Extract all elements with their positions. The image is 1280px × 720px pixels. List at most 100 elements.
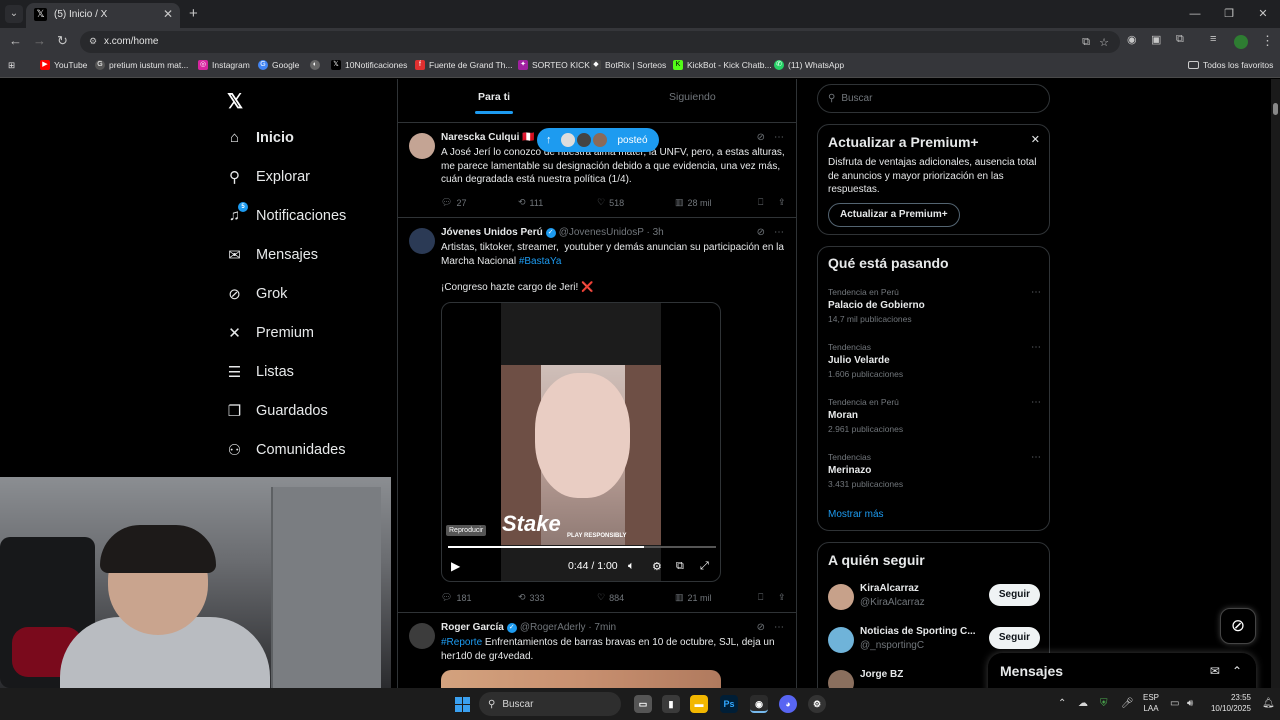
more-options-icon[interactable]: ⋯ [1031,287,1041,298]
search-input[interactable]: ⚲ Buscar [817,84,1050,113]
photoshop-icon[interactable]: Ps [720,695,738,713]
video-progress-bar[interactable] [448,546,716,548]
notifications-icon[interactable]: 🔔︎ [1262,698,1275,709]
minimize-button[interactable]: — [1178,0,1212,28]
share-icon[interactable]: ⇪ [778,197,786,208]
repost-button[interactable]: ⟲ 333 [518,592,597,603]
bookmark-botrix[interactable]: ◆ BotRix | Sorteos [591,60,666,70]
media-controls-icon[interactable]: ≡ [1210,33,1216,45]
restore-button[interactable]: ❐ [1212,0,1246,28]
grok-floating-button[interactable]: ⊘ [1220,608,1256,644]
browser-tab[interactable]: 𝕏 (5) Inicio / X ✕ [26,3,180,28]
like-button[interactable]: ♡ 884 [597,592,675,603]
sidebar-item-inicio[interactable]: ⌂ Inicio [226,129,294,146]
page-scrollbar[interactable] [1271,79,1280,688]
follow-button[interactable]: Seguir [988,627,1040,649]
language-indicator[interactable]: ESP LAA [1139,692,1163,714]
fullscreen-icon[interactable]: ⤢ [700,560,709,573]
all-bookmarks-folder[interactable]: Todos los favoritos [1188,60,1273,70]
task-view-icon[interactable]: ▭ [634,695,652,713]
video-player[interactable]: Stake PLAY RESPONSIBLY Reproducir ▶ 0:44… [441,302,721,582]
taskbar-search[interactable]: ⚲ Buscar [479,692,621,716]
tab-para-ti[interactable]: Para ti [478,91,510,103]
volume-icon[interactable]: 🔊︎ [1187,698,1193,709]
bookmark-10notificaciones[interactable]: 𝕏 10Notificaciones [331,60,407,70]
sidebar-item-guardados[interactable]: ❐ Guardados [226,402,328,420]
follow-suggestion[interactable]: KiraAlcarraz @KiraAlcarraz Seguir [828,581,1040,617]
like-button[interactable]: ♡ 518 [597,197,675,208]
author-handle[interactable]: @RogerAderly · 7min [520,622,616,633]
tweet[interactable]: Roger García ✓ @RogerAderly · 7min ⊘ ⋯ #… [398,614,796,688]
hashtag-link[interactable]: #BastaYa [519,256,562,267]
more-options-icon[interactable]: ⋯ [774,132,784,143]
new-message-icon[interactable]: ✉ [1210,664,1220,678]
follow-name[interactable]: KiraAlcarraz [860,583,919,594]
show-more-link[interactable]: Mostrar más [828,509,884,520]
reply-button[interactable]: 💬︎ 181 [441,592,518,603]
grok-explain-icon[interactable]: ⊘ [757,227,765,238]
more-options-icon[interactable]: ⋯ [774,622,784,633]
avatar[interactable] [409,623,435,649]
chevron-up-icon[interactable]: ⌃ [1058,698,1066,709]
menu-icon[interactable]: ⋮ [1261,33,1274,49]
app-icon[interactable]: ▮ [662,695,680,713]
reload-button[interactable]: ↻ [57,33,68,49]
more-options-icon[interactable]: ⋯ [774,227,784,238]
reply-button[interactable]: 💬︎ 27 [441,197,518,208]
repost-button[interactable]: ⟲ 111 [518,197,597,208]
avatar[interactable] [828,584,854,610]
new-posts-button[interactable]: ↑ posteó [537,128,659,152]
file-explorer-icon[interactable]: ▬ [690,695,708,713]
tab-siguiendo[interactable]: Siguiendo [669,91,716,103]
extensions-puzzle-icon[interactable]: ⧉ [1176,33,1184,46]
trend-item[interactable]: Tendencias Merinazo 3.431 publicaciones … [828,452,1043,489]
messages-drawer[interactable]: Mensajes ✉ ⌃ [988,653,1256,688]
back-button[interactable]: ← [9,33,22,48]
site-info-icon[interactable]: ⚙ [89,36,97,47]
follow-button[interactable]: Seguir [988,584,1040,606]
upgrade-premium-button[interactable]: Actualizar a Premium+ [828,203,960,227]
sidebar-item-premium[interactable]: ✕ Premium [226,324,314,342]
extension-icon[interactable]: ◉ [1127,33,1137,46]
new-tab-button[interactable]: + [189,5,198,22]
trend-item[interactable]: Tendencias Julio Velarde 1.606 publicaci… [828,342,1043,379]
bookmark-star-icon[interactable]: ☆ [1099,36,1109,49]
bookmark-kickbot[interactable]: K KickBot - Kick Chatb... [673,60,772,70]
bookmark-google[interactable]: G Google [258,60,299,70]
network-icon[interactable]: ▭ [1170,698,1179,709]
bookmark-instagram[interactable]: ◎ Instagram [198,60,250,70]
bookmark-globe[interactable]: ◐ [310,60,320,70]
more-options-icon[interactable]: ⋯ [1031,342,1041,353]
omnibox[interactable]: ⚙ x.com/home ⧉ ☆ [80,31,1120,53]
clock[interactable]: 23:55 10/10/2025 [1203,692,1251,714]
bookmark-button[interactable]: ⎕ [758,592,778,603]
follow-name[interactable]: Noticias de Sporting C... [860,626,976,637]
forward-button[interactable]: → [33,33,46,48]
avatar[interactable] [409,228,435,254]
trend-item[interactable]: Tendencia en Perú Moran 2.961 publicacio… [828,397,1043,434]
microphone-icon[interactable]: 🎤︎ [1121,698,1134,709]
scrollbar-thumb[interactable] [1273,103,1278,115]
hashtag-link[interactable]: #Reporte [441,637,482,648]
extension-icon[interactable]: ▣ [1151,33,1161,46]
bookmark-fuente[interactable]: f Fuente de Grand Th... [415,60,512,70]
sidebar-item-listas[interactable]: ☰ Listas [226,363,294,381]
author-handle[interactable]: @JovenesUnidosP · 3h [559,227,664,238]
bookmark-whatsapp[interactable]: ✆ (11) WhatsApp [774,60,844,70]
grok-explain-icon[interactable]: ⊘ [757,622,765,633]
avatar[interactable] [828,627,854,653]
avatar[interactable] [828,670,854,688]
more-options-icon[interactable]: ⋯ [1031,397,1041,408]
shield-icon[interactable]: ⛨ [1100,698,1108,709]
avatar[interactable] [409,133,435,159]
bookmark-button[interactable]: ⎕ [758,197,778,208]
tab-close-icon[interactable]: ✕ [163,7,173,21]
app-icon[interactable]: ⚙ [808,695,826,713]
sidebar-item-mensajes[interactable]: ✉ Mensajes [226,246,318,264]
x-logo-icon[interactable]: 𝕏 [227,89,243,114]
author-name[interactable]: Narescka Culqui [441,132,519,143]
settings-gear-icon[interactable]: ⚙ [652,560,662,573]
close-window-button[interactable]: ✕ [1246,0,1280,28]
volume-icon[interactable]: 🔈︎ [628,560,635,573]
views-button[interactable]: ▥ 28 mil [675,197,758,208]
